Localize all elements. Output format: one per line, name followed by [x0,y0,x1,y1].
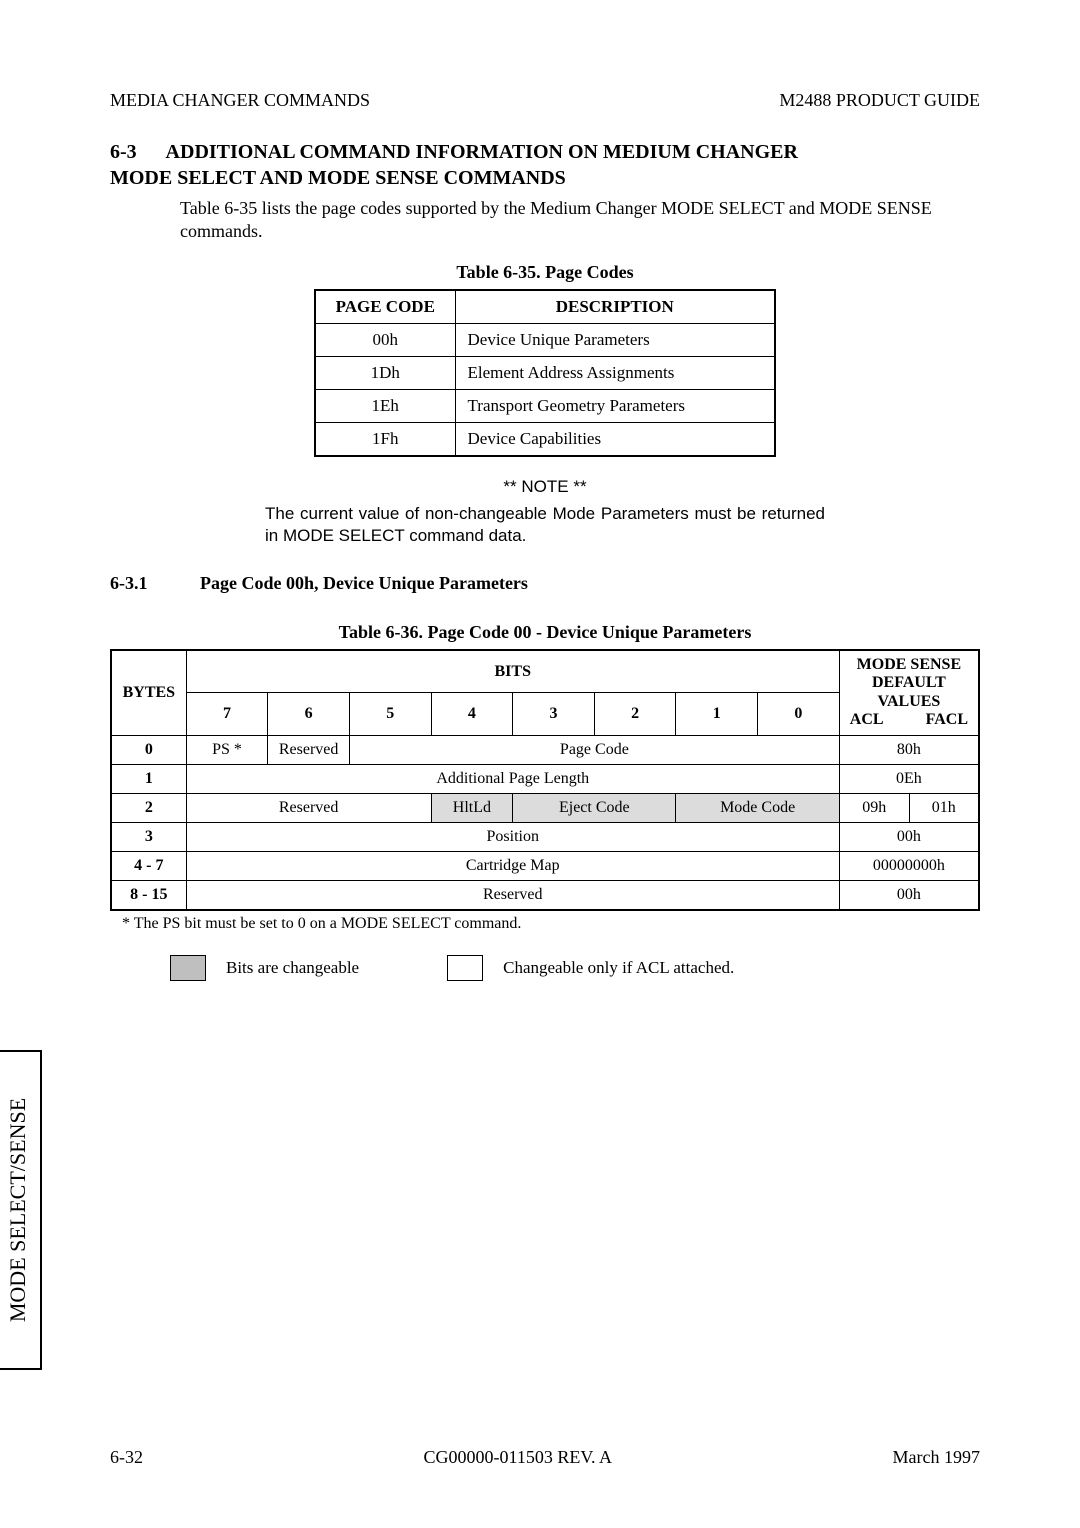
section-heading: 6-3 ADDITIONAL COMMAND INFORMATION ON ME… [110,139,980,191]
table-row: BYTES BITS MODE SENSE DEFAULT VALUES ACL… [111,650,979,693]
bits-header: BITS [186,650,839,693]
table-row: PAGE CODE DESCRIPTION [315,290,775,324]
table-row: 4 - 7 Cartridge Map 00000000h [111,851,979,880]
table-row: 3 Position 00h [111,822,979,851]
running-header: MEDIA CHANGER COMMANDS M2488 PRODUCT GUI… [110,90,980,111]
table-35: PAGE CODE DESCRIPTION 00hDevice Unique P… [314,289,776,457]
footer-docid: CG00000-011503 REV. A [423,1447,612,1468]
legend-changeable: Bits are changeable [226,958,359,978]
note-body: The current value of non-changeable Mode… [265,503,825,547]
table-35-caption: Table 6-35. Page Codes [110,262,980,283]
note-title: ** NOTE ** [110,477,980,497]
subsection-number: 6-3.1 [110,573,200,594]
subsection-title: Page Code 00h, Device Unique Parameters [200,573,528,594]
table-36: BYTES BITS MODE SENSE DEFAULT VALUES ACL… [110,649,980,911]
table-row: 8 - 15 Reserved 00h [111,880,979,910]
header-left: MEDIA CHANGER COMMANDS [110,90,370,111]
table-footnote: * The PS bit must be set to 0 on a MODE … [122,915,980,933]
table-row: 00hDevice Unique Parameters [315,323,775,356]
footer-page: 6-32 [110,1447,143,1468]
running-footer: 6-32 CG00000-011503 REV. A March 1997 [110,1447,980,1468]
legend: Bits are changeable Changeable only if A… [170,955,980,981]
table-row: 1FhDevice Capabilities [315,422,775,456]
col-header-code: PAGE CODE [315,290,455,324]
header-right: M2488 PRODUCT GUIDE [779,90,980,111]
section-intro: Table 6-35 lists the page codes supporte… [180,197,980,244]
table-36-caption: Table 6-36. Page Code 00 - Device Unique… [110,622,980,643]
mode-sense-header: MODE SENSE DEFAULT VALUES ACL FACL [839,650,979,735]
table-row: 2 Reserved HltLd Eject Code Mode Code 09… [111,793,979,822]
table-row: 1EhTransport Geometry Parameters [315,389,775,422]
swatch-changeable-icon [170,955,206,981]
subsection-heading: 6-3.1 Page Code 00h, Device Unique Param… [110,573,980,594]
page-content: MEDIA CHANGER COMMANDS M2488 PRODUCT GUI… [0,0,1080,1528]
col-header-desc: DESCRIPTION [455,290,775,324]
table-row: 0 PS * Reserved Page Code 80h [111,735,979,764]
footer-date: March 1997 [893,1447,980,1468]
legend-acl: Changeable only if ACL attached. [503,958,734,978]
table-row: 1 Additional Page Length 0Eh [111,764,979,793]
bytes-header: BYTES [111,650,186,735]
table-row: 1DhElement Address Assignments [315,356,775,389]
swatch-acl-icon [447,955,483,981]
